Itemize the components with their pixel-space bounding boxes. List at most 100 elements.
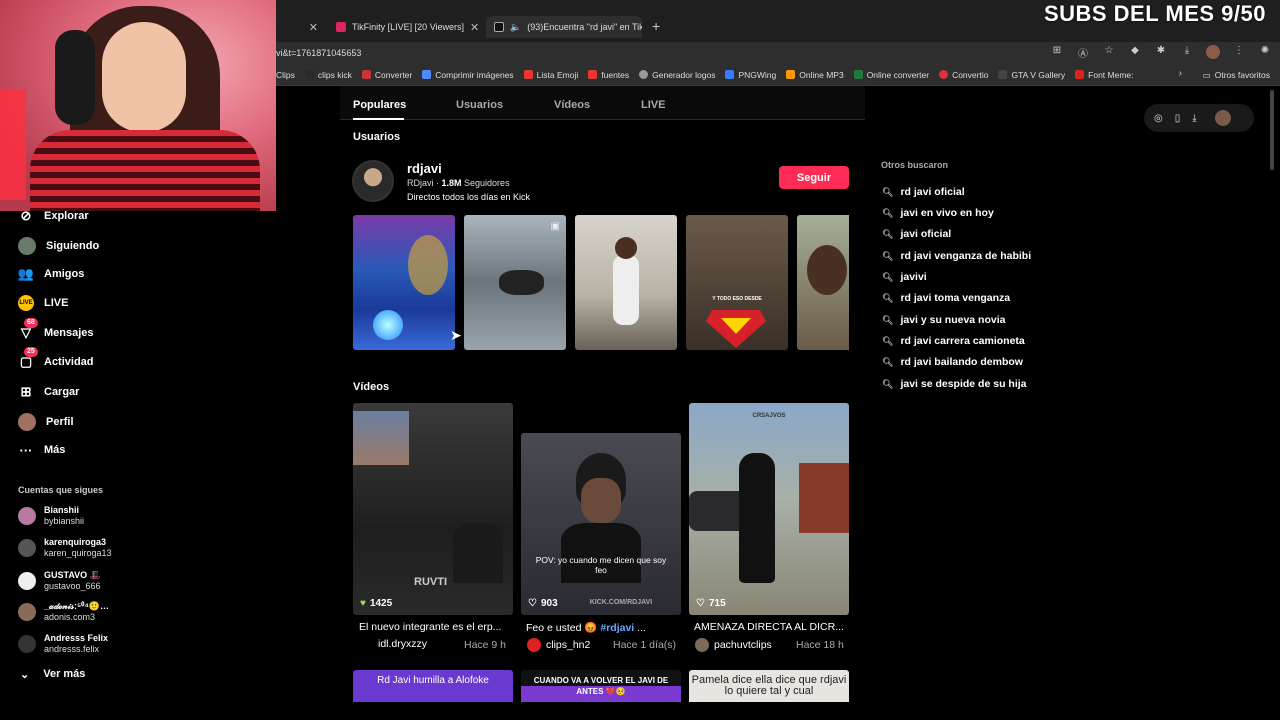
video-author[interactable]: clips_hn2 bbox=[527, 638, 590, 652]
video-author[interactable]: idl.dryxzzy bbox=[378, 638, 427, 650]
video-description[interactable]: El nuevo integrante es el erp... bbox=[359, 621, 511, 633]
nav-following[interactable]: Siguiendo bbox=[18, 237, 99, 255]
page-scrollbar[interactable] bbox=[1270, 90, 1274, 170]
tiktok-logo-icon bbox=[494, 22, 504, 32]
related-search[interactable]: 🔍︎ rd javi venganza de habibi bbox=[882, 250, 1031, 262]
profile-avatar[interactable] bbox=[1206, 45, 1220, 59]
bookmark-emoji[interactable]: Lista Emoji bbox=[523, 70, 578, 80]
related-search[interactable]: 🔍︎ rd javi carrera camioneta bbox=[882, 335, 1025, 347]
bookmark-fonts[interactable]: fuentes bbox=[588, 70, 629, 80]
followed-account[interactable]: karenquiroga3 karen_quiroga13 bbox=[18, 537, 112, 559]
followed-account[interactable]: _𝒶𝒹ℴ𝓃𝒾𝓈:⁵⁰⁴🙂… adonis.com3 bbox=[18, 601, 109, 623]
related-search[interactable]: 🔍︎ rd javi toma venganza bbox=[882, 292, 1010, 304]
video-thumb-partial[interactable]: CUANDO VA A VOLVER EL JAVI DE ANTES 💔🥺 bbox=[521, 670, 681, 702]
bookmark-online-mp3[interactable]: Online MP3 bbox=[786, 70, 844, 80]
download-icon[interactable]: ⤓ bbox=[1180, 45, 1194, 60]
bookmark-clips[interactable]: Clips bbox=[276, 70, 295, 80]
nav-messages[interactable]: ▽ 68 Mensajes bbox=[18, 318, 94, 341]
extension-icon[interactable]: ◆ bbox=[1128, 45, 1142, 60]
browser-tab-tikfinity[interactable]: TikFinity [LIVE] [20 Viewers] ✕ bbox=[328, 16, 482, 38]
speaker-icon[interactable]: 🔈 bbox=[510, 22, 521, 33]
video-time: Hace 18 h bbox=[796, 639, 844, 651]
nav-friends[interactable]: 👥 Amigos bbox=[18, 266, 84, 282]
url-text[interactable]: vi&t=1761871045653 bbox=[276, 48, 361, 58]
see-more-button[interactable]: ⌄ Ver más bbox=[20, 668, 85, 681]
activity-badge: 25 bbox=[24, 347, 38, 357]
subs-goal-overlay: SUBS DEL MES 9/50 bbox=[1043, 1, 1266, 26]
user-video-thumb[interactable] bbox=[353, 215, 455, 350]
user-avatar[interactable] bbox=[352, 160, 394, 202]
nav-explore[interactable]: ⊘ Explorar bbox=[18, 208, 89, 224]
video-author[interactable]: pachuvtclips bbox=[695, 638, 772, 652]
converter-icon bbox=[361, 70, 371, 79]
bookmark-clips-kick[interactable]: clips kick bbox=[304, 70, 352, 80]
bookmark-online-converter[interactable]: Online converter bbox=[853, 70, 929, 80]
tab-usuarios[interactable]: Usuarios bbox=[456, 99, 503, 111]
related-search[interactable]: 🔍︎ javivi bbox=[882, 271, 927, 283]
address-bar[interactable]: vi&t=1761871045653 ⊞ Ⓐ ☆ ◆ ✱ ⤓ ⋮ ✺ bbox=[276, 42, 1280, 64]
bookmark-converter[interactable]: Converter bbox=[361, 70, 412, 80]
follow-button[interactable]: Seguir bbox=[779, 166, 849, 189]
user-name[interactable]: rdjavi bbox=[407, 161, 442, 176]
menu-icon[interactable]: ⋮ bbox=[1232, 45, 1246, 60]
paper-plane-icon: ▽ 68 bbox=[18, 318, 38, 341]
video-card[interactable]: RUVTI ♥ 1425 bbox=[353, 403, 513, 615]
close-tab-icon[interactable]: ✕ bbox=[470, 21, 479, 34]
related-search[interactable]: 🔍︎ javi en vivo en hoy bbox=[882, 207, 994, 219]
download-app-icon[interactable]: ⤓ bbox=[1192, 113, 1196, 124]
user-video-thumb[interactable]: ▣ bbox=[464, 215, 566, 350]
video-description[interactable]: AMENAZA DIRECTA AL DICR... bbox=[694, 621, 846, 633]
nav-activity[interactable]: ▢ 25 Actividad bbox=[18, 347, 94, 370]
coin-icon[interactable]: ◎ bbox=[1154, 113, 1163, 124]
bookmark-compress[interactable]: Comprimir imágenes bbox=[422, 70, 514, 80]
gta-icon bbox=[998, 70, 1008, 79]
user-video-thumb[interactable] bbox=[797, 215, 849, 350]
user-video-thumb[interactable]: Y TODO ESO DESDE bbox=[686, 215, 788, 350]
bookmark-convertio[interactable]: Convertio bbox=[939, 70, 988, 80]
close-tab-icon[interactable]: ✕ bbox=[309, 21, 318, 34]
nav-more[interactable]: ··· Más bbox=[18, 442, 66, 458]
chevron-right-icon[interactable]: › bbox=[1179, 68, 1182, 79]
other-bookmarks[interactable]: ▭ Otros favoritos bbox=[1203, 70, 1270, 81]
star-icon[interactable]: ☆ bbox=[1102, 45, 1116, 60]
video-card[interactable]: CRSAJVOS ♡ 715 bbox=[689, 403, 849, 615]
user-video-thumb[interactable] bbox=[575, 215, 677, 350]
related-search[interactable]: 🔍︎ rd javi bailando dembow bbox=[882, 356, 1023, 368]
tab-populares[interactable]: Populares bbox=[353, 99, 406, 111]
author-avatar bbox=[695, 638, 709, 652]
bookmark-font-meme[interactable]: Font Meme: bbox=[1075, 70, 1134, 80]
chatgpt-icon[interactable]: ✺ bbox=[1258, 45, 1272, 60]
video-card[interactable]: POV: yo cuando me dicen que soy feo KICK… bbox=[521, 433, 681, 615]
new-tab-icon[interactable]: + bbox=[652, 18, 660, 34]
hashtag-link[interactable]: #rdjavi bbox=[600, 622, 634, 634]
profile-avatar[interactable] bbox=[1214, 110, 1231, 126]
followed-account[interactable]: GUSTAVO 🎩 gustavoo_666 bbox=[18, 570, 101, 592]
tab-live[interactable]: LIVE bbox=[641, 99, 665, 111]
browser-tab-partial[interactable]: ✕ bbox=[276, 16, 326, 38]
nav-upload[interactable]: ⊞ Cargar bbox=[18, 384, 80, 400]
puzzle-icon[interactable]: ✱ bbox=[1154, 45, 1168, 60]
video-description[interactable]: Feo e usted 😡 #rdjavi ... bbox=[526, 621, 678, 634]
translate-icon[interactable]: Ⓐ bbox=[1076, 45, 1090, 60]
bookmarks-bar: Clips clips kick Converter Comprimir imá… bbox=[276, 64, 1280, 86]
tab-label: TikFinity [LIVE] [20 Viewers] bbox=[352, 22, 465, 32]
video-thumb-partial[interactable]: Rd Javi humilla a Alofoke bbox=[353, 670, 513, 702]
phone-icon[interactable]: ▯ bbox=[1175, 113, 1181, 124]
nav-profile[interactable]: Perfil bbox=[18, 413, 74, 431]
followed-account[interactable]: Bianshii bybianshii bbox=[18, 505, 84, 527]
browser-tab-tiktok-search[interactable]: 🔈 (93)Encuentra "rd javi" en Tik ✕ bbox=[486, 16, 642, 38]
bookmark-logo-generator[interactable]: Generador logos bbox=[639, 70, 715, 80]
related-search[interactable]: 🔍︎ javi oficial bbox=[882, 228, 951, 240]
apps-icon[interactable]: ⊞ bbox=[1050, 45, 1064, 60]
account-avatar bbox=[18, 539, 36, 557]
related-search[interactable]: 🔍︎ javi se despide de su hija bbox=[882, 378, 1027, 390]
heart-icon: ♡ bbox=[528, 598, 537, 609]
related-search[interactable]: 🔍︎ rd javi oficial bbox=[882, 186, 965, 198]
followed-account[interactable]: Andresss Felix andresss.felix bbox=[18, 633, 108, 655]
related-search[interactable]: 🔍︎ javi y su nueva novia bbox=[882, 314, 1005, 326]
nav-live[interactable]: LIVE LIVE bbox=[18, 295, 68, 311]
tab-videos[interactable]: Vídeos bbox=[554, 99, 590, 111]
bookmark-gta-gallery[interactable]: GTA V Gallery bbox=[998, 70, 1065, 80]
bookmark-pngwing[interactable]: PNGWing bbox=[725, 70, 776, 80]
video-thumb-partial[interactable]: Pamela dice ella dice que rdjavi lo quie… bbox=[689, 670, 849, 702]
